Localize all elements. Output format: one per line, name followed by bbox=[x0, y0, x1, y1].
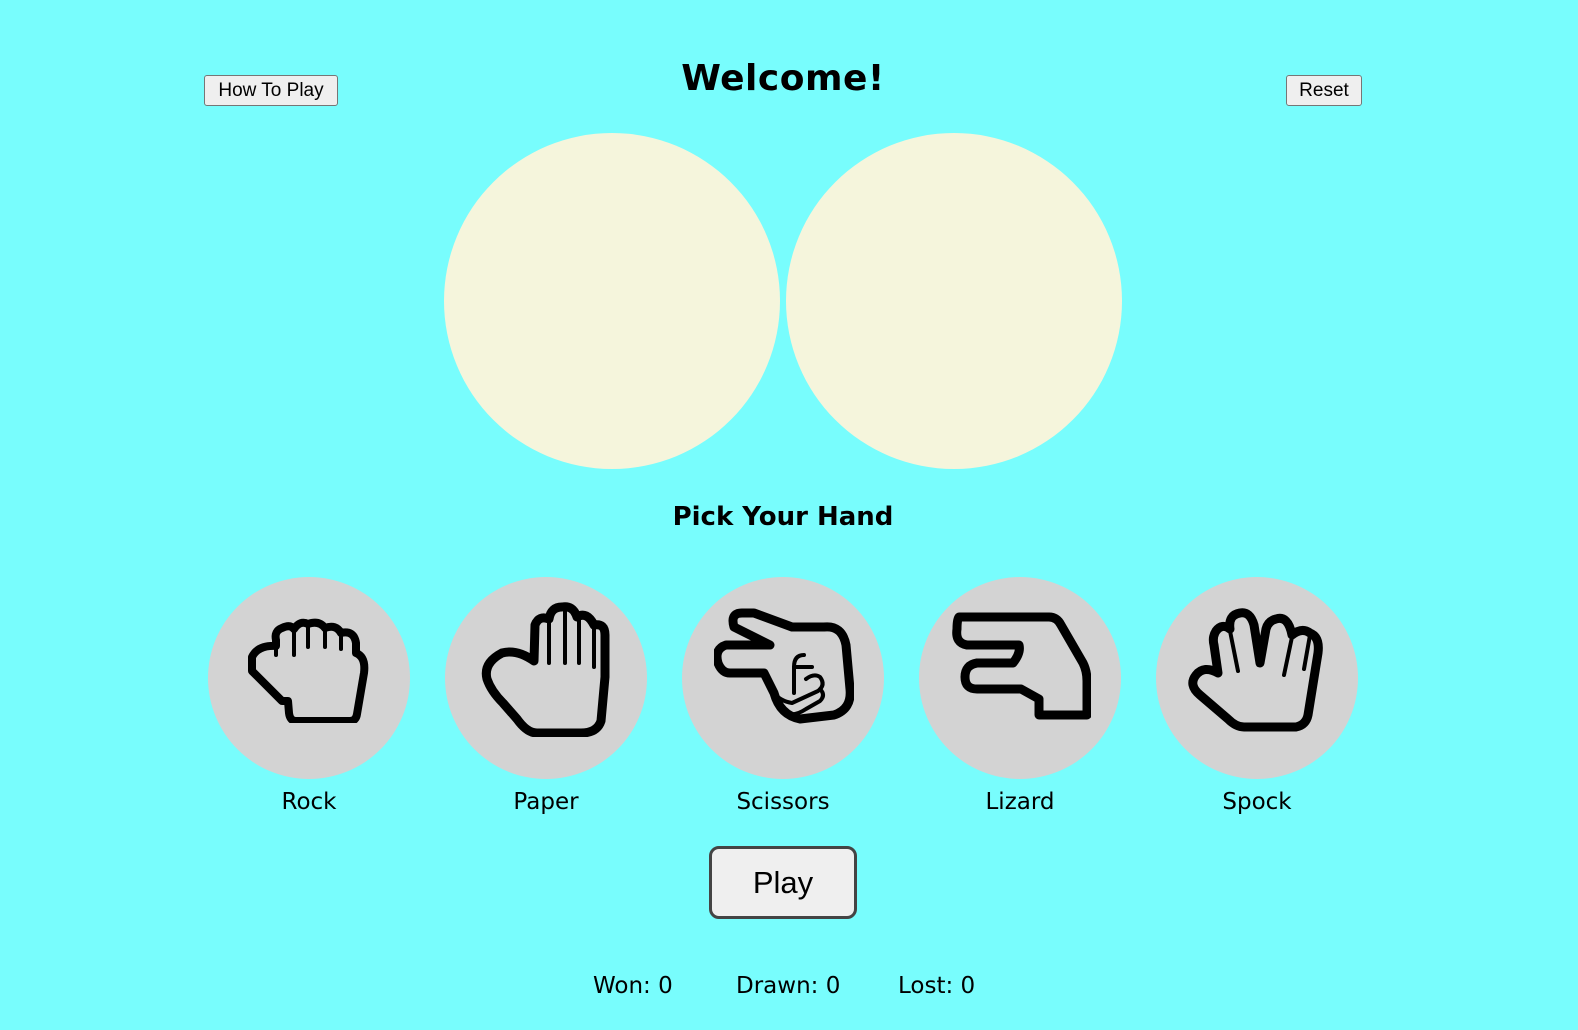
hand-option-circle[interactable] bbox=[1156, 577, 1358, 779]
hand-option-spock[interactable]: Spock bbox=[1156, 577, 1358, 827]
player-hand-display bbox=[444, 133, 780, 469]
lizard-hand-icon bbox=[952, 612, 1091, 720]
hand-option-paper[interactable]: Paper bbox=[445, 577, 647, 827]
hand-option-label: Paper bbox=[513, 789, 579, 815]
scissors-hand-icon bbox=[714, 608, 854, 724]
hand-option-label: Scissors bbox=[736, 789, 830, 815]
hand-option-scissors[interactable]: Scissors bbox=[682, 577, 884, 827]
hand-option-label: Lizard bbox=[985, 789, 1055, 815]
score-won: Won: 0 bbox=[593, 973, 673, 999]
paper-hand-icon bbox=[481, 602, 610, 737]
score-lost: Lost: 0 bbox=[898, 973, 976, 999]
reset-button[interactable]: Reset bbox=[1286, 75, 1362, 106]
pick-hand-heading: Pick Your Hand bbox=[672, 502, 894, 532]
hand-option-rock[interactable]: Rock bbox=[208, 577, 410, 827]
score-drawn: Drawn: 0 bbox=[736, 973, 841, 999]
hand-option-circle[interactable] bbox=[445, 577, 647, 779]
play-button[interactable]: Play bbox=[709, 846, 857, 919]
computer-hand-display bbox=[786, 133, 1122, 469]
hand-option-circle[interactable] bbox=[919, 577, 1121, 779]
rock-hand-icon bbox=[248, 618, 369, 723]
hand-option-label: Rock bbox=[281, 789, 337, 815]
hand-option-label: Spock bbox=[1222, 789, 1292, 815]
spock-hand-icon bbox=[1188, 608, 1323, 732]
hand-option-lizard[interactable]: Lizard bbox=[919, 577, 1121, 827]
hand-option-circle[interactable] bbox=[682, 577, 884, 779]
hand-option-circle[interactable] bbox=[208, 577, 410, 779]
